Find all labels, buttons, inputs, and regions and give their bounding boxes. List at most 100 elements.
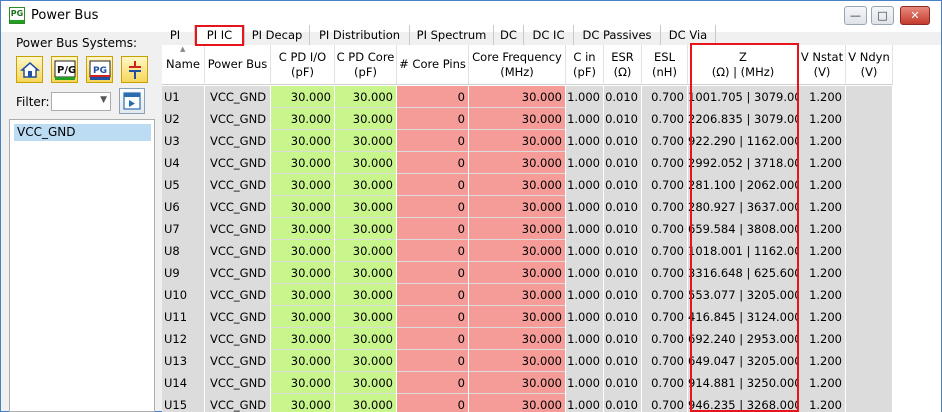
cell-c-pd-core[interactable]: 30.000 [335,108,396,130]
cell-c-pd-core[interactable]: 30.000 [335,350,396,372]
cell-core-frequency[interactable]: 30.000 [469,174,565,196]
cell-v-nstat: 1.200 [799,152,845,174]
cell-c-pd-io[interactable]: 30.000 [271,130,334,152]
cell-c-pd-io[interactable]: 30.000 [271,240,334,262]
cell-c-pd-io[interactable]: 30.000 [271,306,334,328]
cell-core-frequency[interactable]: 30.000 [469,86,565,108]
cell-c-pd-io[interactable]: 30.000 [271,372,334,394]
column-header-name[interactable]: Name ▲ [162,45,205,85]
cell-c-pd-core[interactable]: 30.000 [335,328,396,350]
cell-c-pd-core[interactable]: 30.000 [335,218,396,240]
column-header-v-nstat[interactable]: V Nstat (V) [799,45,846,85]
minimize-button[interactable]: — [844,6,867,25]
cell-core-pins[interactable]: 0 [397,350,468,372]
cell-core-frequency[interactable]: 30.000 [469,218,565,240]
cell-core-pins[interactable]: 0 [397,196,468,218]
cell-c-pd-core[interactable]: 30.000 [335,152,396,174]
pg-button[interactable]: PG [86,56,113,83]
cell-core-frequency[interactable]: 30.000 [469,240,565,262]
cell-c-pd-io[interactable]: 30.000 [271,218,334,240]
column-header-power-bus[interactable]: Power Bus [205,45,271,85]
cell-c-pd-io[interactable]: 30.000 [271,108,334,130]
column-header-esr[interactable]: ESR (Ω) [604,45,642,85]
cell-core-pins[interactable]: 0 [397,394,468,412]
cell-core-frequency[interactable]: 30.000 [469,328,565,350]
column-header-esl[interactable]: ESL (nH) [642,45,688,85]
cell-name: U3 [162,130,204,152]
cell-c-pd-io[interactable]: 30.000 [271,350,334,372]
tab-pi-distribution[interactable]: PI Distribution [310,25,410,45]
column-header-core-frequency[interactable]: Core Frequency (MHz) [469,45,566,85]
cell-c-pd-core[interactable]: 30.000 [335,372,396,394]
cell-c-pd-io[interactable]: 30.000 [271,196,334,218]
cell-c-pd-core[interactable]: 30.000 [335,196,396,218]
cell-c-pd-io[interactable]: 30.000 [271,86,334,108]
cell-core-pins[interactable]: 0 [397,218,468,240]
power-bus-list[interactable]: VCC_GND [9,119,155,412]
cell-core-frequency[interactable]: 30.000 [469,394,565,412]
column-header-c-pd-core[interactable]: C PD Core (pF) [335,45,397,85]
tab-dc[interactable]: DC [494,25,524,45]
maximize-button[interactable]: □ [871,6,894,25]
filter-dropdown[interactable]: ▼ [51,92,111,111]
cell-esr: 0.010 [604,328,641,350]
column-header-label: C PD Core [336,49,395,64]
pg-edit-button[interactable]: P/G [51,56,78,83]
cell-c-pd-io[interactable]: 30.000 [271,174,334,196]
cell-c-pd-core[interactable]: 30.000 [335,240,396,262]
cell-core-frequency[interactable]: 30.000 [469,130,565,152]
cell-core-pins[interactable]: 0 [397,328,468,350]
list-item-vcc-gnd[interactable]: VCC_GND [14,124,151,141]
home-button[interactable] [16,56,43,83]
tab-pi[interactable]: PI [156,25,195,45]
cell-c-pd-core[interactable]: 30.000 [335,130,396,152]
column-header-unit: (Ω) [613,64,632,79]
tab-pi-decap[interactable]: PI Decap [245,25,310,45]
apply-filter-button[interactable] [119,88,145,114]
cell-c-pd-core[interactable]: 30.000 [335,394,396,412]
cell-c-pd-core[interactable]: 30.000 [335,284,396,306]
cell-core-pins[interactable]: 0 [397,262,468,284]
tab-dc-ic[interactable]: DC IC [524,25,574,45]
cell-core-pins[interactable]: 0 [397,152,468,174]
cell-core-frequency[interactable]: 30.000 [469,262,565,284]
cell-c-pd-io[interactable]: 30.000 [271,284,334,306]
cell-core-frequency[interactable]: 30.000 [469,306,565,328]
cell-core-pins[interactable]: 0 [397,86,468,108]
cell-core-pins[interactable]: 0 [397,372,468,394]
pg-edit-icon: P/G [54,60,76,80]
column-header-core-pins[interactable]: # Core Pins [397,45,469,85]
cell-c-pd-core[interactable]: 30.000 [335,174,396,196]
cell-core-pins[interactable]: 0 [397,108,468,130]
column-header-c-in[interactable]: C in (pF) [566,45,604,85]
cell-v-nstat: 1.200 [799,372,845,394]
cell-core-frequency[interactable]: 30.000 [469,108,565,130]
cell-core-pins[interactable]: 0 [397,174,468,196]
cell-core-frequency[interactable]: 30.000 [469,196,565,218]
cell-c-pd-io[interactable]: 30.000 [271,152,334,174]
cell-core-frequency[interactable]: 30.000 [469,350,565,372]
column-header-v-ndyn[interactable]: V Ndyn (V) [846,45,893,85]
tab-pi-spectrum[interactable]: PI Spectrum [410,25,494,45]
power-bus-systems-panel: Power Bus Systems: P/G PG Filter: ▼ VCC_… [9,32,155,412]
cell-core-pins[interactable]: 0 [397,240,468,262]
cell-c-pd-io[interactable]: 30.000 [271,394,334,412]
column-header-label: ESR [611,49,634,64]
cell-c-pd-io[interactable]: 30.000 [271,262,334,284]
tab-dc-via[interactable]: DC Via [661,25,716,45]
tab-dc-passives[interactable]: DC Passives [574,25,661,45]
cell-power-bus: VCC_GND [205,306,270,328]
close-button[interactable]: ✕ [900,6,930,25]
cell-c-pd-io[interactable]: 30.000 [271,328,334,350]
cell-core-pins[interactable]: 0 [397,130,468,152]
capacitor-button[interactable] [121,56,148,83]
cell-c-pd-core[interactable]: 30.000 [335,262,396,284]
cell-c-pd-core[interactable]: 30.000 [335,86,396,108]
cell-core-frequency[interactable]: 30.000 [469,284,565,306]
column-header-c-pd-io[interactable]: C PD I/O (pF) [271,45,335,85]
cell-c-pd-core[interactable]: 30.000 [335,306,396,328]
cell-core-pins[interactable]: 0 [397,306,468,328]
cell-core-frequency[interactable]: 30.000 [469,152,565,174]
cell-core-pins[interactable]: 0 [397,284,468,306]
cell-core-frequency[interactable]: 30.000 [469,372,565,394]
